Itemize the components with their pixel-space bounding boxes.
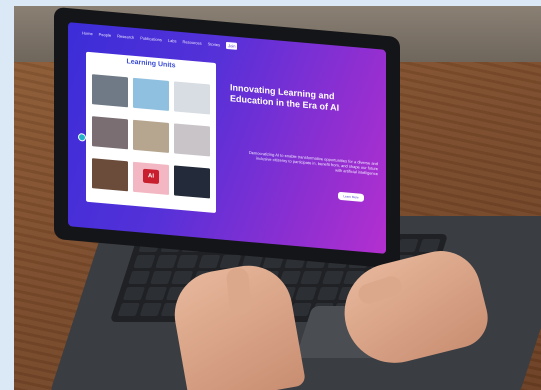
- learn-more-button[interactable]: Learn More: [338, 191, 364, 202]
- ai-badge: AI: [143, 168, 159, 185]
- learning-units-title: Learning Units: [126, 58, 176, 70]
- keyboard-key: [149, 271, 172, 284]
- unit-card[interactable]: [92, 158, 128, 192]
- keyboard-key: [154, 255, 177, 268]
- keyboard-key: [122, 287, 146, 300]
- keyboard-key: [139, 303, 162, 316]
- unit-card[interactable]: [92, 74, 128, 108]
- keyboard-key: [176, 255, 199, 268]
- unit-card[interactable]: [92, 116, 128, 150]
- circle-dot-icon[interactable]: [78, 132, 86, 142]
- nav-item-home[interactable]: Home: [82, 30, 93, 36]
- unit-card-ai[interactable]: AI: [133, 161, 169, 195]
- laptop-screen: Home People Research Publications Labs R…: [68, 22, 386, 254]
- keyboard-key: [133, 255, 156, 268]
- keyboard-key: [197, 255, 220, 268]
- unit-card[interactable]: [174, 165, 210, 199]
- nav-item-join[interactable]: Join: [226, 41, 238, 50]
- keyboard-key: [117, 303, 140, 316]
- keyboard-key: [144, 287, 167, 300]
- nav-item-research[interactable]: Research: [117, 33, 134, 39]
- unit-card[interactable]: [133, 119, 169, 153]
- nav-item-people[interactable]: People: [99, 31, 111, 37]
- unit-card[interactable]: [133, 77, 169, 111]
- nav-item-labs[interactable]: Labs: [168, 37, 177, 43]
- keyboard-key: [128, 271, 151, 284]
- keyboard-key: [294, 287, 318, 300]
- learning-units-panel: Learning Units AI: [86, 51, 216, 214]
- hero-body: Democratizing AI to enable transformativ…: [248, 149, 378, 177]
- nav-item-resources[interactable]: Resources: [183, 39, 202, 46]
- photo: Home People Research Publications Labs R…: [0, 0, 541, 390]
- hero-title: Innovating Learning and Education in the…: [230, 82, 340, 113]
- photo-frame: Home People Research Publications Labs R…: [14, 6, 541, 390]
- unit-card[interactable]: [174, 123, 210, 157]
- keyboard-key: [321, 271, 344, 284]
- unit-card[interactable]: [174, 81, 210, 115]
- keyboard-key: [316, 287, 339, 300]
- nav-item-publications[interactable]: Publications: [140, 35, 162, 42]
- keyboard-key: [300, 271, 323, 284]
- nav-item-stories[interactable]: Stories: [208, 41, 220, 47]
